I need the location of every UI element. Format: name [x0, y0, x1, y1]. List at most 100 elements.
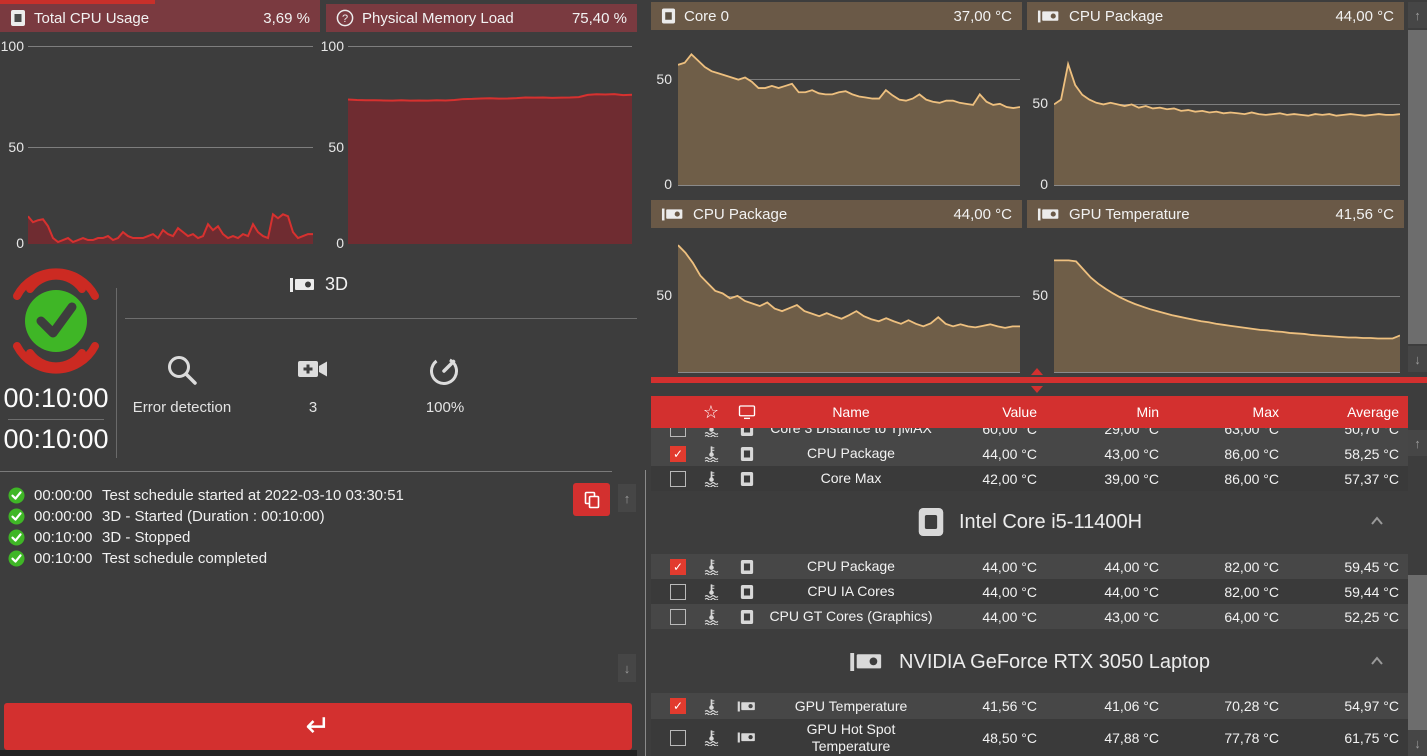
sensor-name: CPU GT Cores (Graphics): [769, 608, 933, 624]
panel-divider[interactable]: [645, 470, 646, 756]
chart-header-cpu-package-1[interactable]: CPU Package 44,00 °C: [1027, 2, 1404, 30]
sensor-min: 43,00 °C: [1104, 608, 1159, 625]
row-checkbox[interactable]: [670, 470, 686, 487]
chart-header-gpu-temp[interactable]: GPU Temperature 41,56 °C: [1027, 200, 1404, 228]
sensor-name: CPU Package: [807, 445, 895, 461]
cpu-usage-chart: [28, 46, 313, 244]
copy-log-button[interactable]: [573, 483, 610, 516]
table-row[interactable]: CPU Package 44,00 °C 44,00 °C 82,00 °C 5…: [651, 554, 1408, 579]
chevron-up-icon[interactable]: [1370, 515, 1384, 527]
splitter-up-arrow[interactable]: [1031, 368, 1043, 375]
log-scroll-up-button[interactable]: ↑: [618, 484, 636, 512]
x-axis: [678, 185, 1020, 186]
table-scroll-down-button[interactable]: ↓: [1408, 730, 1427, 756]
ytick: 50: [8, 139, 24, 155]
memory-load-header[interactable]: ? Physical Memory Load 75,40 %: [326, 4, 637, 32]
sensor-value: 42,00 °C: [982, 470, 1037, 487]
sensor-name: Core Max: [820, 470, 882, 486]
row-checkbox[interactable]: [670, 698, 686, 714]
table-row[interactable]: GPU Hot Spot Temperature 48,50 °C 47,88 …: [651, 719, 1408, 756]
cpu-icon: [11, 10, 25, 26]
sensor-value: 60,00 °C: [982, 428, 1037, 437]
sensor-name: Core 3 Distance to TjMAX: [770, 428, 932, 436]
log-scroll-down-button[interactable]: ↓: [618, 654, 636, 682]
svg-text:?: ?: [342, 13, 348, 25]
stat-label: 3: [308, 399, 318, 416]
heat-icon: [691, 608, 731, 625]
elapsed-timer: 00:10:00: [3, 383, 109, 413]
col-min[interactable]: Min: [1041, 404, 1163, 420]
row-checkbox[interactable]: [670, 729, 686, 746]
test-divider: [125, 318, 637, 319]
panel-title: Total CPU Usage: [34, 9, 150, 27]
table-row[interactable]: CPU GT Cores (Graphics) 44,00 °C 43,00 °…: [651, 604, 1408, 629]
sensor-min: 47,88 °C: [1104, 729, 1159, 746]
x-axis: [1054, 372, 1400, 373]
row-checkbox[interactable]: [670, 583, 686, 600]
run-test-button[interactable]: ↵: [4, 703, 632, 750]
section-title: NVIDIA GeForce RTX 3050 Laptop: [899, 650, 1210, 673]
sensor-max: 82,00 °C: [1224, 583, 1279, 600]
section-header-nvidia[interactable]: NVIDIA GeForce RTX 3050 Laptop: [651, 639, 1408, 685]
sensor-average: 52,25 °C: [1344, 608, 1399, 625]
table-scrollbar-thumb[interactable]: [1408, 575, 1427, 733]
col-average[interactable]: Average: [1283, 404, 1403, 420]
total-cpu-usage-header[interactable]: Total CPU Usage 3,69 %: [0, 4, 320, 32]
col-value[interactable]: Value: [939, 404, 1041, 420]
sensor-min: 44,00 °C: [1104, 583, 1159, 600]
chevron-up-icon[interactable]: [1370, 655, 1384, 667]
ytick: 0: [336, 235, 344, 251]
stat-error-detection[interactable]: Error detection: [112, 352, 252, 416]
sensor-value: 41,56 °C: [982, 698, 1037, 714]
log-time: 00:00:00: [34, 508, 93, 525]
log-row: 00:00:00 3D - Started (Duration : 00:10:…: [0, 506, 325, 527]
table-row[interactable]: GPU Temperature 41,56 °C 41,06 °C 70,28 …: [651, 693, 1408, 719]
splitter-down-arrow[interactable]: [1031, 386, 1043, 393]
charts-scroll-up-button[interactable]: ↑: [1408, 2, 1427, 28]
favorite-column-icon[interactable]: ☆: [691, 402, 731, 423]
table-row[interactable]: CPU IA Cores 44,00 °C 44,00 °C 82,00 °C …: [651, 579, 1408, 604]
table-scroll-up-button[interactable]: ↑: [1408, 430, 1427, 456]
col-name[interactable]: Name: [763, 404, 939, 421]
stat-run-count[interactable]: 3: [243, 352, 383, 416]
stat-label: Error detection: [132, 399, 232, 416]
sensor-value: 44,00 °C: [982, 583, 1037, 600]
charts-scroll-down-button[interactable]: ↓: [1408, 346, 1427, 372]
ytick: 0: [1040, 176, 1048, 192]
up-arrow-icon: ↑: [623, 490, 631, 506]
row-checkbox[interactable]: [670, 558, 686, 575]
log-message: Test schedule completed: [102, 550, 268, 567]
ytick: 50: [1032, 287, 1048, 303]
charts-scrollbar-thumb[interactable]: [1408, 30, 1427, 344]
copy-icon: [584, 491, 599, 508]
table-row[interactable]: Core Max 42,00 °C 39,00 °C 86,00 °C 57,3…: [651, 466, 1408, 491]
row-checkbox[interactable]: [670, 445, 686, 462]
col-max[interactable]: Max: [1163, 404, 1283, 420]
gpu-icon: [731, 699, 763, 714]
sensor-average: 50,70 °C: [1344, 428, 1399, 437]
ytick: 100: [320, 38, 344, 54]
gpu-icon: [1037, 208, 1059, 220]
section-header-intel[interactable]: Intel Core i5-11400H: [651, 499, 1408, 545]
panel-value: 75,40 %: [571, 9, 627, 27]
bottom-strip: [0, 750, 637, 756]
splitter-bar[interactable]: [651, 377, 1427, 383]
chart-value: 37,00 °C: [953, 7, 1012, 25]
table-row[interactable]: CPU Package 44,00 °C 43,00 °C 86,00 °C 5…: [651, 441, 1408, 466]
sensor-average: 59,45 °C: [1344, 558, 1399, 575]
sensor-average: 58,25 °C: [1344, 445, 1399, 462]
chart-header-core0[interactable]: Core 0 37,00 °C: [651, 2, 1022, 30]
table-row-clipped[interactable]: Core 3 Distance to TjMAX 60,00 °C 29,00 …: [651, 428, 1408, 441]
camera-plus-icon: [298, 361, 327, 377]
sensor-min: 44,00 °C: [1104, 558, 1159, 575]
chart-header-cpu-package-2[interactable]: CPU Package 44,00 °C: [651, 200, 1022, 228]
stat-load-percent[interactable]: 100%: [375, 352, 515, 416]
gauge-icon: [430, 357, 458, 385]
chart-value: 41,56 °C: [1335, 205, 1394, 223]
sensor-max: 82,00 °C: [1224, 558, 1279, 575]
cpu-icon: [731, 428, 763, 437]
monitor-column-icon[interactable]: [731, 404, 763, 420]
row-checkbox[interactable]: [670, 428, 686, 437]
row-checkbox[interactable]: [670, 608, 686, 625]
panel-value: 3,69 %: [263, 9, 310, 27]
